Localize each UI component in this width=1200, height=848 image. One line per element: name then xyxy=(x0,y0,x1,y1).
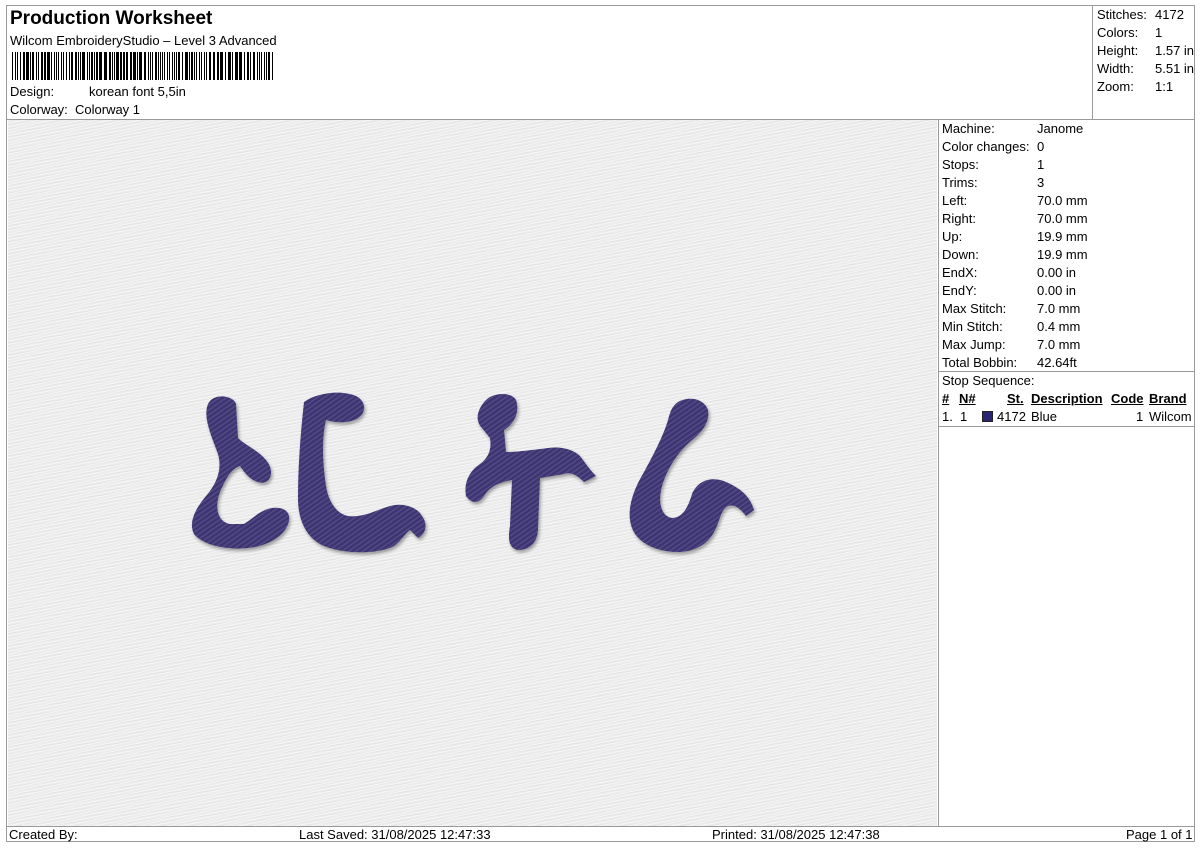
colors-stat: Colors: 1 xyxy=(1097,25,1163,40)
info-label: Trims: xyxy=(942,175,978,190)
info-value: 7.0 mm xyxy=(1037,301,1081,316)
info-value: 42.64ft xyxy=(1037,355,1077,370)
info-label: EndX: xyxy=(942,265,978,280)
col-code: Code xyxy=(1111,391,1144,406)
page-title: Production Worksheet xyxy=(10,8,213,29)
colorway-label: Colorway: xyxy=(10,102,68,117)
design-preview[interactable] xyxy=(8,120,937,826)
info-label: Max Jump: xyxy=(942,337,1006,352)
design-summary: Stitches: 4172 Colors: 1 Height: 1.57 in Wi… xyxy=(1092,6,1194,119)
info-label: Right: xyxy=(942,211,976,226)
barcode-image xyxy=(12,52,273,80)
info-value: 1 xyxy=(1037,157,1045,172)
info-label: Left: xyxy=(942,193,968,208)
info-value: 70.0 mm xyxy=(1037,193,1088,208)
info-value: 0.00 in xyxy=(1037,265,1077,280)
design-value: korean font 5,5in xyxy=(89,84,186,99)
glyph-2 xyxy=(298,392,426,553)
info-divider xyxy=(939,371,1194,372)
col-stitches: St. xyxy=(1007,391,1024,406)
info-value: 70.0 mm xyxy=(1037,211,1088,226)
info-label: Color changes: xyxy=(942,139,1030,154)
row-needle: 1 xyxy=(960,409,968,424)
info-value: 7.0 mm xyxy=(1037,337,1081,352)
row-num: 1. xyxy=(942,409,953,424)
info-value: 3 xyxy=(1037,175,1045,190)
design-lettering xyxy=(191,392,754,553)
col-description: Description xyxy=(1031,391,1103,406)
worksheet-header: Production Worksheet Wilcom EmbroiderySt… xyxy=(7,6,1092,119)
production-worksheet: Production Worksheet Wilcom EmbroiderySt… xyxy=(6,5,1195,842)
info-label: Up: xyxy=(942,229,963,244)
info-label: Stops: xyxy=(942,157,979,172)
machine-info-panel: Machine: Janome Color changes: 0 Stops: 1 Trim… xyxy=(938,120,1194,826)
width-stat: Width: 5.51 in xyxy=(1097,61,1195,76)
stop-sequence-title: Stop Sequence: xyxy=(942,373,1035,388)
glyph-4 xyxy=(629,398,754,552)
info-label: Max Stitch: xyxy=(942,301,1007,316)
glyph-3 xyxy=(465,394,596,550)
info-value: 0.4 mm xyxy=(1037,319,1081,334)
software-subtitle: Wilcom EmbroideryStudio – Level 3 Advanc… xyxy=(10,33,277,48)
created-by: Created By: xyxy=(9,827,78,842)
info-value: Janome xyxy=(1037,121,1084,136)
col-num: # xyxy=(942,391,950,406)
stitches-stat: Stitches: 4172 xyxy=(1097,7,1184,22)
col-needle: N# xyxy=(959,391,976,406)
info-value: 0 xyxy=(1037,139,1045,154)
info-label: Machine: xyxy=(942,121,995,136)
printed-date: Printed: 31/08/2025 12:47:38 xyxy=(712,827,880,842)
info-label: Min Stitch: xyxy=(942,319,1003,334)
info-value: 19.9 mm xyxy=(1037,229,1088,244)
color-swatch xyxy=(982,411,993,422)
row-brand: Wilcom xyxy=(1149,409,1192,424)
info-label: Total Bobbin: xyxy=(942,355,1018,370)
info-label: Down: xyxy=(942,247,979,262)
row-stitches: 4172 xyxy=(997,409,1026,424)
page-number: Page 1 of 1 xyxy=(1126,827,1193,842)
row-code: 1 xyxy=(1136,409,1144,424)
embroidery-design xyxy=(191,392,754,553)
col-brand: Brand xyxy=(1149,391,1187,406)
info-value: 19.9 mm xyxy=(1037,247,1088,262)
height-stat: Height: 1.57 in xyxy=(1097,43,1195,58)
row-description: Blue xyxy=(1031,409,1058,424)
last-saved: Last Saved: 31/08/2025 12:47:33 xyxy=(299,827,491,842)
colorway-value: Colorway 1 xyxy=(75,102,141,117)
worksheet-footer: Created By: Last Saved: 31/08/2025 12:47… xyxy=(7,826,1194,842)
glyph-1 xyxy=(191,396,290,549)
sequence-divider xyxy=(939,426,1194,427)
design-label: Design: xyxy=(10,84,55,99)
info-value: 0.00 in xyxy=(1037,283,1077,298)
info-label: EndY: xyxy=(942,283,977,298)
zoom-stat: Zoom: 1:1 xyxy=(1097,79,1174,94)
